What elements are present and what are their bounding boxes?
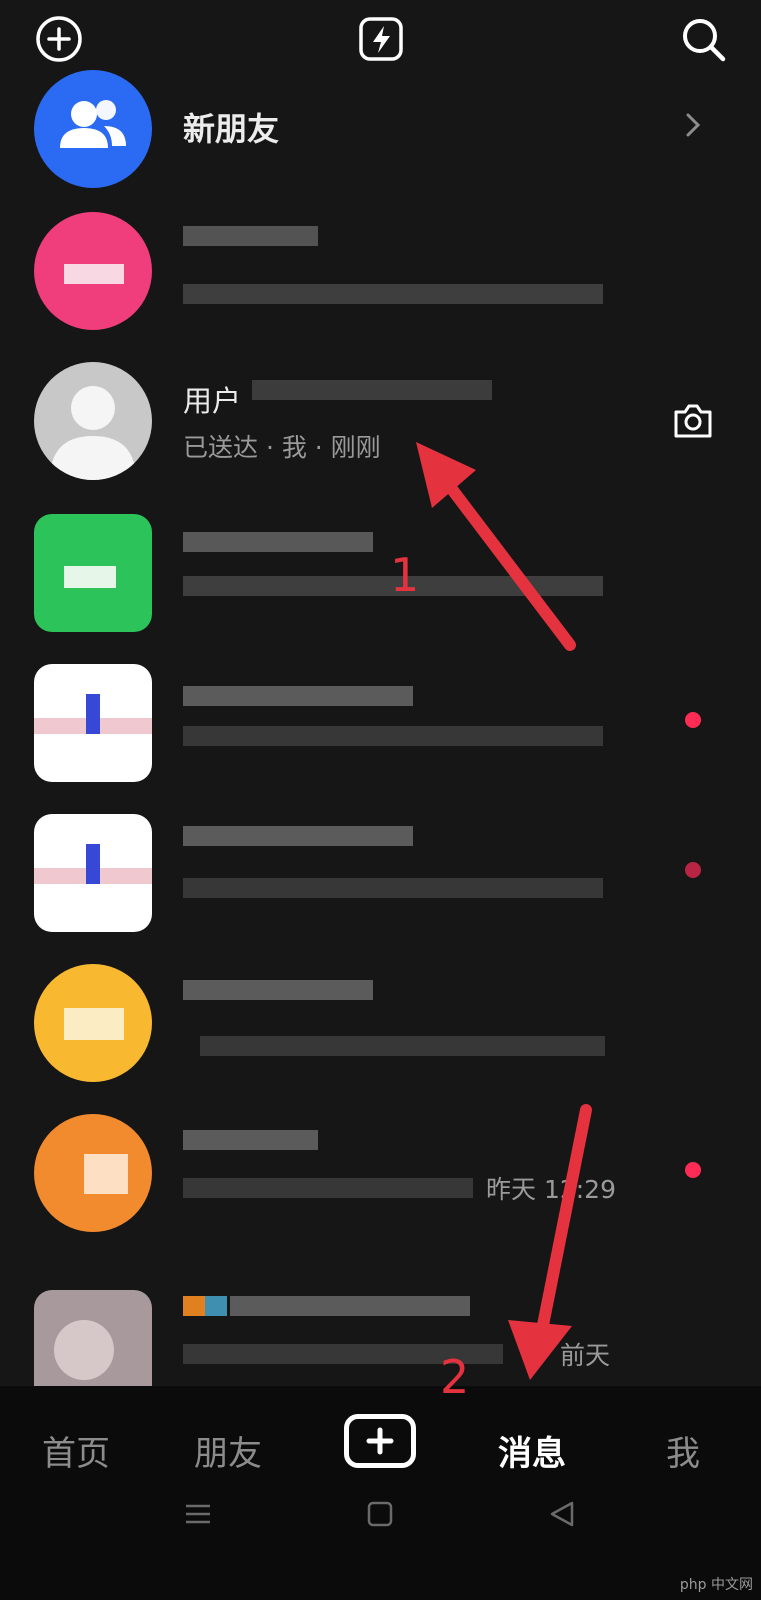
annotation-arrows (416, 442, 592, 1380)
watermark: php 中文网 (679, 1577, 753, 1593)
annotation-label-1: 1 (390, 548, 420, 602)
annotation-label-2: 2 (440, 1350, 470, 1404)
